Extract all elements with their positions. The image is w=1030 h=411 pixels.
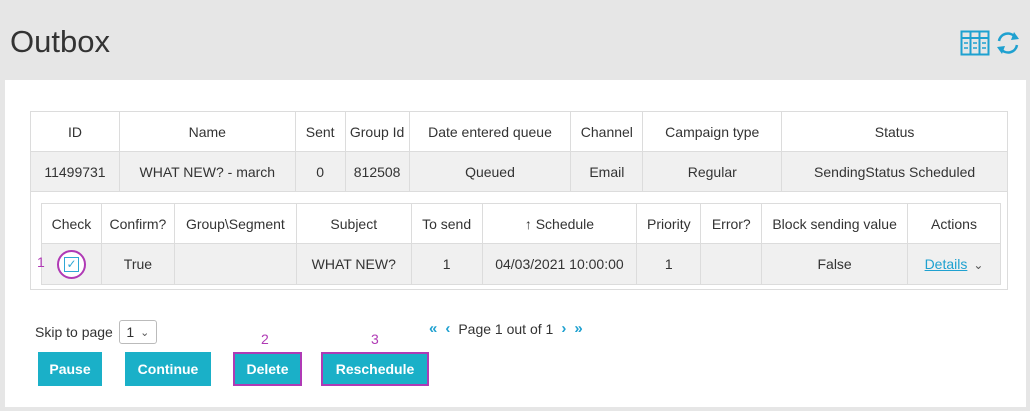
col-header-subject[interactable]: Subject xyxy=(295,203,412,244)
col-header-date-entered[interactable]: Date entered queue xyxy=(408,111,572,152)
col-header-schedule[interactable]: ↑ Schedule xyxy=(481,203,638,244)
cell-to-send: 1 xyxy=(410,243,483,285)
prev-page-icon[interactable]: ‹ xyxy=(445,320,450,337)
reschedule-button[interactable]: Reschedule xyxy=(321,352,429,386)
col-header-to-send[interactable]: To send xyxy=(410,203,483,244)
cell-check: 1 ✓ xyxy=(37,243,102,285)
cell-schedule: 04/03/2021 10:00:00 xyxy=(481,243,638,285)
col-header-priority[interactable]: Priority xyxy=(636,203,702,244)
col-header-id[interactable]: ID xyxy=(30,111,120,152)
cell-status: SendingStatus Scheduled xyxy=(781,151,1008,192)
refresh-icon[interactable] xyxy=(994,30,1022,56)
col-header-block-sending[interactable]: Block sending value xyxy=(761,203,908,244)
col-header-sent[interactable]: Sent xyxy=(294,111,346,152)
col-header-status[interactable]: Status xyxy=(781,111,1008,152)
cell-group-id: 812508 xyxy=(344,151,410,192)
step-label-2: 2 xyxy=(261,331,269,347)
cell-confirm: True xyxy=(100,243,175,285)
details-link[interactable]: Details xyxy=(925,256,968,272)
col-header-channel[interactable]: Channel xyxy=(570,111,644,152)
cell-sent: 0 xyxy=(294,151,346,192)
pause-button[interactable]: Pause xyxy=(38,352,102,386)
detail-table: Check Confirm? Group\Segment Subject To … xyxy=(37,203,1002,285)
cell-priority: 1 xyxy=(636,243,702,285)
cell-subject: WHAT NEW? xyxy=(295,243,412,285)
step-label-1: 1 xyxy=(36,253,45,270)
cell-actions: Details ⌄ xyxy=(906,243,1002,285)
page-indicator: Page 1 out of 1 xyxy=(458,320,554,337)
skip-label: Skip to page xyxy=(35,324,113,340)
step-label-3: 3 xyxy=(371,331,379,347)
cell-campaign-type: Regular xyxy=(642,151,783,192)
cell-date-entered: Queued xyxy=(408,151,572,192)
queue-table: ID Name Sent Group Id Date entered queue… xyxy=(30,111,1008,290)
table-row: 1 ✓ True WHAT NEW? 1 04/03/2021 10:00:00… xyxy=(37,243,1002,285)
page-select[interactable]: 1 ⌄ xyxy=(118,320,157,344)
first-page-icon[interactable]: « xyxy=(429,320,437,337)
col-header-campaign-type[interactable]: Campaign type xyxy=(642,111,783,152)
page-title: Outbox xyxy=(10,24,110,59)
col-header-actions[interactable]: Actions xyxy=(906,203,1002,244)
columns-icon[interactable] xyxy=(960,30,990,56)
continue-button[interactable]: Continue xyxy=(125,352,211,386)
col-header-group-id[interactable]: Group Id xyxy=(344,111,410,152)
highlight-circle: ✓ xyxy=(56,249,86,279)
last-page-icon[interactable]: » xyxy=(574,320,582,337)
chevron-down-icon: ⌄ xyxy=(140,326,150,339)
cell-block-sending: False xyxy=(761,243,908,285)
skip-to-page: Skip to page 1 ⌄ xyxy=(35,320,157,344)
cell-name: WHAT NEW? - march xyxy=(118,151,296,192)
row-checkbox[interactable]: ✓ xyxy=(63,256,79,272)
content-panel: ID Name Sent Group Id Date entered queue… xyxy=(5,80,1026,407)
page-select-value: 1 xyxy=(126,324,135,340)
cell-group-segment xyxy=(173,243,297,285)
delete-button[interactable]: Delete xyxy=(233,352,302,386)
chevron-down-icon[interactable]: ⌄ xyxy=(973,258,983,272)
col-header-name[interactable]: Name xyxy=(118,111,296,152)
col-header-group-segment[interactable]: Group\Segment xyxy=(173,203,297,244)
col-header-error[interactable]: Error? xyxy=(700,203,763,244)
pagination: « ‹ Page 1 out of 1 › » xyxy=(429,320,583,337)
table-row[interactable]: 11499731 WHAT NEW? - march 0 812508 Queu… xyxy=(30,151,1008,192)
col-header-confirm[interactable]: Confirm? xyxy=(100,203,175,244)
cell-channel: Email xyxy=(570,151,644,192)
cell-error xyxy=(700,243,763,285)
next-page-icon[interactable]: › xyxy=(561,320,566,337)
col-header-check[interactable]: Check xyxy=(41,203,102,244)
cell-id: 11499731 xyxy=(30,151,120,192)
